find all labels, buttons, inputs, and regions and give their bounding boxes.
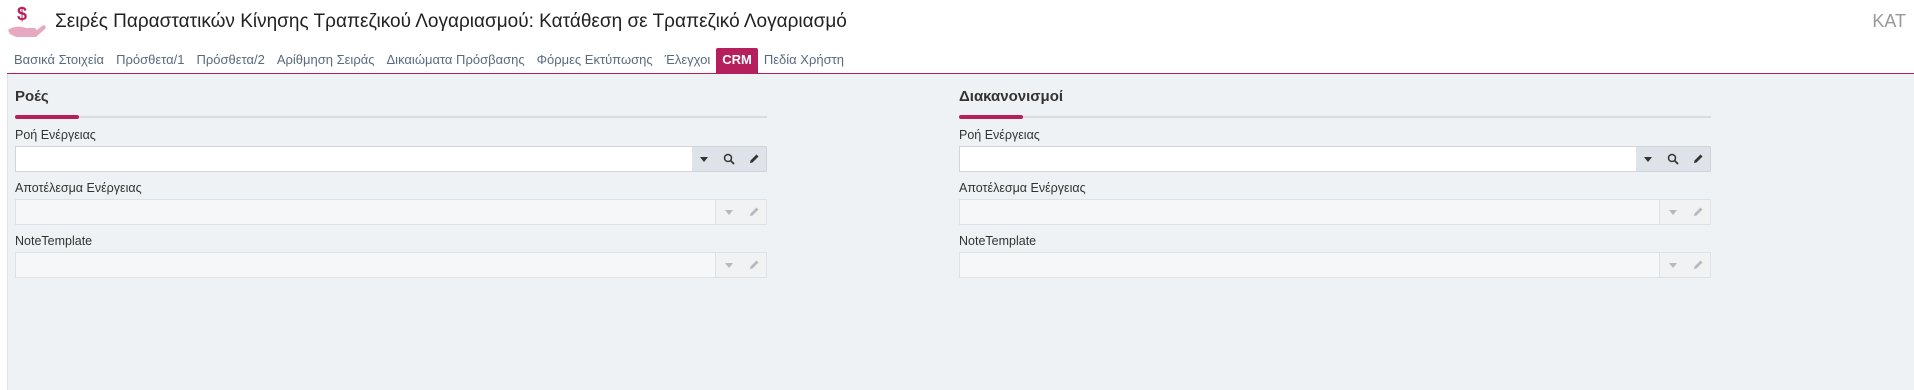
flows-section: Ροές Ροή Ενέργειας Αποτέλεσμα Ενέργειας … [15, 88, 767, 278]
dropdown-arrow-icon [719, 202, 739, 222]
action-result-input [959, 199, 1711, 225]
field-label: NoteTemplate [959, 234, 1037, 248]
field-label: Ροή Ενέργειας [15, 128, 96, 142]
note-template-field: NoteTemplate [15, 234, 767, 278]
tab-user-fields[interactable]: Πεδία Χρήστη [758, 48, 850, 74]
field-label: Αποτέλεσμα Ενέργειας [15, 181, 142, 195]
tab-checks[interactable]: Έλεγχοι [659, 48, 717, 74]
field-label: NoteTemplate [15, 234, 93, 248]
edit-pencil-icon[interactable] [1688, 149, 1708, 169]
tab-series-numbering[interactable]: Αρίθμηση Σειράς [271, 48, 381, 74]
tab-bar: Βασικά Στοιχεία Πρόσθετα/1 Πρόσθετα/2 Αρ… [8, 48, 850, 74]
dropdown-arrow-icon [1663, 255, 1683, 275]
dropdown-arrow-icon[interactable] [694, 149, 714, 169]
search-icon[interactable] [1663, 149, 1683, 169]
action-flow-field: Ροή Ενέργειας [15, 128, 767, 172]
page-header: $ Σειρές Παραστατικών Κίνησης Τραπεζικού… [0, 0, 1914, 46]
edit-pencil-icon[interactable] [744, 149, 764, 169]
tab-extra-1[interactable]: Πρόσθετα/1 [110, 48, 190, 74]
edit-pencil-icon [1688, 202, 1708, 222]
note-template-input [15, 252, 767, 278]
section-title: Διακανονισμοί [959, 88, 1064, 105]
tab-basic-info[interactable]: Βασικά Στοιχεία [8, 48, 110, 74]
field-label: Ροή Ενέργειας [959, 128, 1040, 142]
dropdown-arrow-icon [719, 255, 739, 275]
action-flow-input[interactable] [959, 146, 1711, 172]
section-divider [15, 115, 767, 119]
edit-pencil-icon [1688, 255, 1708, 275]
edit-pencil-icon [744, 255, 764, 275]
action-flow-input[interactable] [15, 146, 767, 172]
field-label: Αποτέλεσμα Ενέργειας [959, 181, 1086, 195]
svg-text:$: $ [17, 4, 27, 24]
note-template-field: NoteTemplate [959, 234, 1711, 278]
action-result-field: Αποτέλεσμα Ενέργειας [959, 181, 1711, 225]
note-template-input [959, 252, 1711, 278]
tab-crm[interactable]: CRM [716, 48, 758, 74]
tab-access-rights[interactable]: Δικαιώματα Πρόσβασης [381, 48, 531, 74]
section-title: Ροές [15, 88, 49, 105]
tab-print-forms[interactable]: Φόρμες Εκτύπωσης [531, 48, 659, 74]
action-result-field: Αποτέλεσμα Ενέργειας [15, 181, 767, 225]
tab-extra-2[interactable]: Πρόσθετα/2 [190, 48, 270, 74]
crm-panel: Ροές Ροή Ενέργειας Αποτέλεσμα Ενέργειας … [7, 74, 1914, 390]
action-result-input [15, 199, 767, 225]
search-icon[interactable] [719, 149, 739, 169]
dropdown-arrow-icon [1663, 202, 1683, 222]
dropdown-arrow-icon[interactable] [1638, 149, 1658, 169]
edit-pencil-icon [744, 202, 764, 222]
settlements-section: Διακανονισμοί Ροή Ενέργειας Αποτέλεσμα Ε… [959, 88, 1711, 278]
page-title: Σειρές Παραστατικών Κίνησης Τραπεζικού Λ… [55, 11, 847, 32]
series-code: ΚΑΤ [1872, 11, 1906, 31]
action-flow-field: Ροή Ενέργειας [959, 128, 1711, 172]
money-hand-icon: $ [6, 4, 46, 40]
section-divider [959, 115, 1711, 119]
